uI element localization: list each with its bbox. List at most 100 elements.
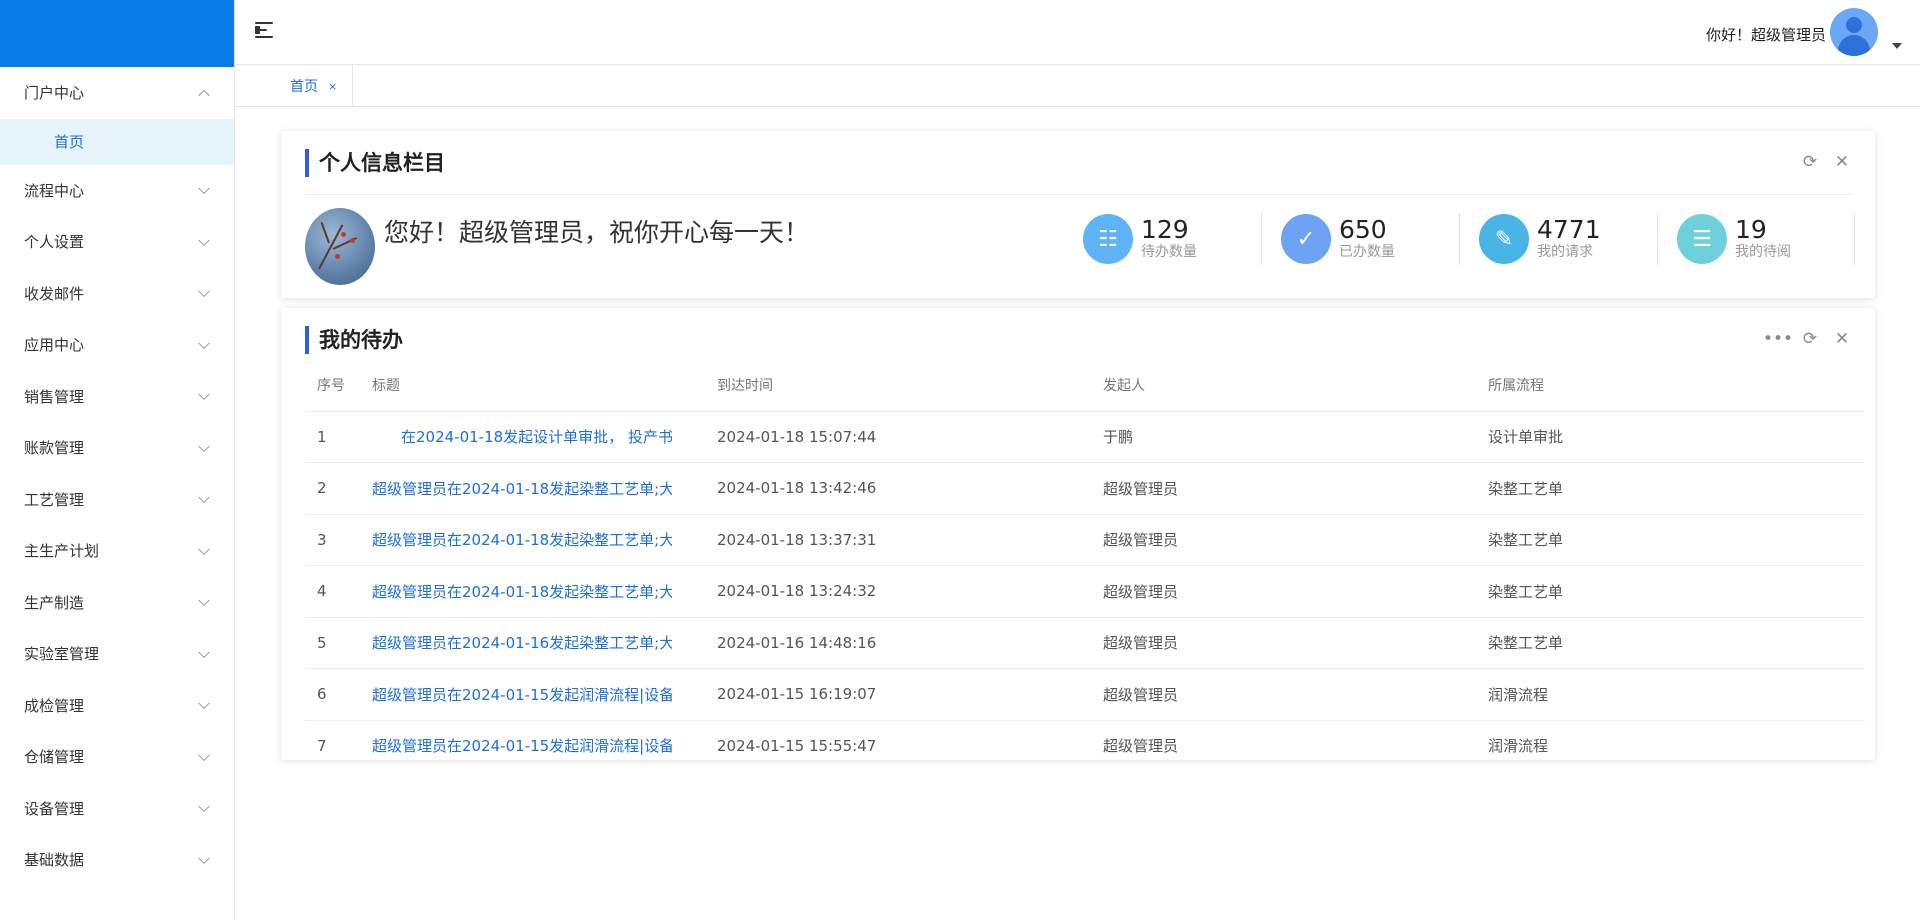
sidebar-item-accounts[interactable]: 账款管理 — [0, 422, 234, 474]
sidebar-item-equipment[interactable]: 设备管理 — [0, 783, 234, 835]
chevron-down-icon — [198, 852, 210, 864]
stat-value: 650 — [1339, 215, 1387, 244]
chevron-down-icon — [198, 646, 210, 658]
logo-bar — [0, 0, 234, 67]
user-greeting: 你好！超级管理员 — [1705, 26, 1826, 44]
sidebar-item-label: 门户中心 — [24, 84, 85, 103]
sidebar-item-label: 收发邮件 — [24, 284, 85, 303]
row-initiator: 超级管理员 — [1103, 737, 1179, 756]
row-process: 润滑流程 — [1488, 685, 1549, 704]
table-row: 7 超级管理员在2024-01-15发起润滑流程|设备名称... 2024-01… — [305, 721, 1865, 761]
row-title-link[interactable]: 超级管理员在2024-01-18发起染整工艺单;大批号... — [372, 478, 672, 499]
table-row: 5 超级管理员在2024-01-16发起染整工艺单;大批号... 2024-01… — [305, 618, 1865, 669]
sidebar-item-workflow[interactable]: 流程中心 — [0, 165, 234, 217]
sidebar-item-label: 主生产计划 — [24, 542, 100, 561]
sidebar-item-warehouse[interactable]: 仓储管理 — [0, 731, 234, 783]
stat-label: 已办数量 — [1339, 244, 1395, 260]
row-title-link[interactable]: 超级管理员在2024-01-18发起染整工艺单;大批号... — [372, 529, 672, 550]
refresh-icon[interactable]: ⟳ — [1801, 330, 1819, 348]
row-number: 2 — [317, 479, 327, 498]
row-number: 3 — [317, 530, 327, 549]
chevron-down-icon — [198, 800, 210, 813]
stats-row: ☷ 129 待办数量 ✓ 650 已办数量 ✎ 4771 我的请求 ☰ 19 我… — [1063, 213, 1855, 265]
stat-requests[interactable]: ✎ 4771 我的请求 — [1459, 213, 1657, 265]
more-icon[interactable]: ••• — [1763, 330, 1793, 348]
table-header: 序号 标题 到达时间 发起人 所属流程 — [305, 360, 1865, 412]
caret-down-icon[interactable] — [1892, 43, 1902, 49]
row-title-link[interactable]: 在2024-01-18发起设计单审批， 投产书号: N... — [372, 426, 672, 447]
sidebar-item-process-craft[interactable]: 工艺管理 — [0, 474, 234, 526]
sidebar-item-portal[interactable]: 门户中心 — [0, 67, 234, 119]
card-title: 我的待办 — [305, 326, 403, 354]
row-title-link[interactable]: 超级管理员在2024-01-18发起染整工艺单;大批号... — [372, 581, 672, 602]
welcome-message: 您好！超级管理员，祝你开心每一天！ — [384, 218, 810, 247]
sidebar-item-label: 设备管理 — [24, 799, 85, 818]
my-todo-card: 我的待办 ••• ⟳ ✕ 序号 标题 到达时间 发起人 所属流程 1 在2024… — [281, 308, 1875, 760]
row-process: 染整工艺单 — [1488, 582, 1564, 601]
clipboard-check-icon: ✓ — [1281, 214, 1331, 264]
user-avatar[interactable] — [1830, 8, 1878, 56]
row-process: 润滑流程 — [1488, 737, 1549, 756]
row-process: 染整工艺单 — [1488, 531, 1564, 550]
close-icon[interactable]: × — [328, 80, 337, 93]
chevron-down-icon — [198, 749, 210, 761]
row-time: 2024-01-18 15:07:44 — [717, 427, 877, 446]
sidebar-item-inspection[interactable]: 成检管理 — [0, 680, 234, 732]
sidebar-item-mail[interactable]: 收发邮件 — [0, 268, 234, 320]
row-initiator: 于鹏 — [1103, 428, 1134, 447]
card-tools: ⟳ ✕ — [1801, 153, 1851, 171]
menu-collapse-icon[interactable] — [253, 20, 277, 42]
stat-to-read[interactable]: ☰ 19 我的待阅 — [1657, 213, 1855, 265]
chevron-down-icon — [198, 337, 210, 349]
sidebar-item-base-data[interactable]: 基础数据 — [0, 834, 234, 886]
row-number: 4 — [317, 582, 327, 601]
divider — [305, 194, 1851, 195]
row-process: 染整工艺单 — [1488, 479, 1564, 498]
sidebar-item-personal-settings[interactable]: 个人设置 — [0, 216, 234, 268]
row-initiator: 超级管理员 — [1103, 685, 1179, 704]
sidebar-item-label: 成检管理 — [24, 696, 85, 715]
row-number: 6 — [317, 685, 327, 704]
close-icon[interactable]: ✕ — [1833, 153, 1851, 171]
row-title-link[interactable]: 超级管理员在2024-01-15发起润滑流程|设备名称... — [372, 684, 672, 705]
row-initiator: 超级管理员 — [1103, 531, 1179, 550]
row-title-link[interactable]: 超级管理员在2024-01-16发起染整工艺单;大批号... — [372, 632, 672, 653]
sidebar-subitem-home[interactable]: 首页 — [0, 118, 234, 165]
sidebar-item-label: 工艺管理 — [24, 490, 85, 509]
sidebar-item-label: 基础数据 — [24, 851, 85, 870]
stat-done[interactable]: ✓ 650 已办数量 — [1261, 213, 1459, 265]
main-content: 个人信息栏目 ⟳ ✕ 您好！超级管理员，祝你开心每一天！ ☷ 129 待办数量 … — [235, 107, 1920, 920]
chevron-down-icon — [198, 440, 210, 452]
sidebar-item-label: 生产制造 — [24, 593, 85, 612]
tab-home[interactable]: 首页 × — [270, 65, 354, 107]
row-time: 2024-01-15 15:55:47 — [717, 736, 877, 755]
sidebar-item-apps[interactable]: 应用中心 — [0, 319, 234, 371]
clipboard-clock-icon: ☷ — [1083, 214, 1133, 264]
sidebar-item-label: 流程中心 — [24, 181, 85, 200]
close-icon[interactable]: ✕ — [1833, 330, 1851, 348]
table-row: 4 超级管理员在2024-01-18发起染整工艺单;大批号... 2024-01… — [305, 566, 1865, 618]
sidebar-item-master-plan[interactable]: 主生产计划 — [0, 525, 234, 577]
sidebar-item-sales[interactable]: 销售管理 — [0, 371, 234, 423]
chevron-down-icon — [198, 285, 210, 298]
stat-label: 我的请求 — [1537, 244, 1593, 260]
sidebar-item-label: 仓储管理 — [24, 748, 85, 767]
sidebar-nav: 门户中心 首页 流程中心 个人设置 收发邮件 应用中心 销售管理 账款管理 工艺… — [0, 67, 234, 886]
row-initiator: 超级管理员 — [1103, 479, 1179, 498]
row-time: 2024-01-18 13:24:32 — [717, 582, 877, 601]
row-process: 染整工艺单 — [1488, 634, 1564, 653]
stat-pending[interactable]: ☷ 129 待办数量 — [1063, 213, 1261, 265]
chevron-down-icon — [198, 491, 210, 504]
sidebar: 门户中心 首页 流程中心 个人设置 收发邮件 应用中心 销售管理 账款管理 工艺… — [0, 0, 235, 920]
app-root: 门户中心 首页 流程中心 个人设置 收发邮件 应用中心 销售管理 账款管理 工艺… — [0, 0, 1920, 920]
refresh-icon[interactable]: ⟳ — [1801, 153, 1819, 171]
sidebar-item-lab[interactable]: 实验室管理 — [0, 628, 234, 680]
todo-table: 序号 标题 到达时间 发起人 所属流程 1 在2024-01-18发起设计单审批… — [305, 360, 1865, 760]
tab-label: 首页 — [290, 79, 318, 95]
row-time: 2024-01-15 16:19:07 — [717, 685, 877, 704]
sidebar-item-manufacturing[interactable]: 生产制造 — [0, 577, 234, 629]
table-row: 6 超级管理员在2024-01-15发起润滑流程|设备名称... 2024-01… — [305, 669, 1865, 721]
chevron-down-icon — [198, 697, 210, 710]
row-title-link[interactable]: 超级管理员在2024-01-15发起润滑流程|设备名称... — [372, 735, 672, 756]
row-initiator: 超级管理员 — [1103, 582, 1179, 601]
